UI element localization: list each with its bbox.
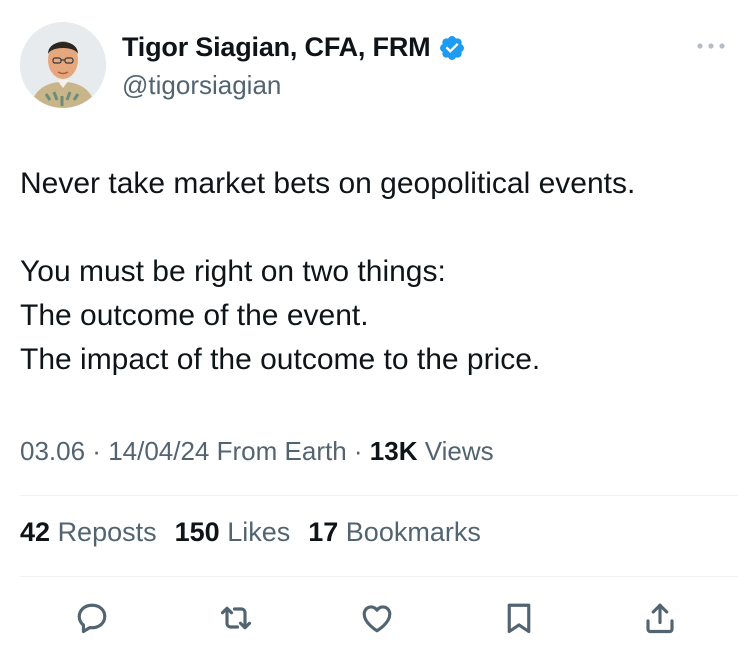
avatar[interactable]: [20, 22, 106, 108]
repost-icon[interactable]: [214, 596, 258, 640]
tweet-meta: 03.06 · 14/04/24 From Earth · 13K Views: [20, 436, 494, 467]
engagement-stats: 42 Reposts 150 Likes 17 Bookmarks: [20, 517, 481, 548]
meta-separator: ·: [346, 436, 370, 466]
share-icon[interactable]: [638, 596, 682, 640]
reposts-count: 42: [20, 517, 51, 547]
meta-separator: ·: [85, 436, 109, 466]
like-icon[interactable]: [355, 596, 399, 640]
tweet-line: Never take market bets on geopolitical e…: [20, 167, 636, 200]
likes-count: 150: [174, 517, 220, 547]
views-count: 13K: [369, 436, 418, 466]
tweet-line: The outcome of the event.: [20, 299, 369, 332]
likes-stat[interactable]: 150 Likes: [175, 517, 291, 548]
views-label: Views: [424, 436, 494, 466]
tweet-date[interactable]: 14/04/24: [108, 436, 209, 466]
reposts-stat[interactable]: 42 Reposts: [20, 517, 157, 548]
tweet-time[interactable]: 03.06: [20, 436, 85, 466]
author-handle[interactable]: @tigorsiagian: [122, 70, 281, 101]
author-name[interactable]: Tigor Siagian, CFA, FRM: [122, 32, 431, 63]
more-icon[interactable]: [694, 36, 728, 56]
divider: [20, 576, 738, 577]
author-name-row: Tigor Siagian, CFA, FRM: [122, 32, 466, 63]
bookmarks-stat[interactable]: 17 Bookmarks: [308, 517, 481, 548]
tweet-text: Never take market bets on geopolitical e…: [20, 162, 728, 382]
tweet-line: You must be right on two things:: [20, 255, 446, 288]
avatar-image: [20, 22, 106, 108]
divider: [20, 495, 738, 496]
action-bar: [0, 596, 748, 646]
bookmark-icon[interactable]: [497, 596, 541, 640]
reply-icon[interactable]: [70, 596, 114, 640]
tweet-source: From Earth: [216, 436, 347, 466]
reposts-label: Reposts: [57, 517, 157, 547]
tweet-line: The impact of the outcome to the price.: [20, 343, 541, 376]
bookmarks-label: Bookmarks: [345, 517, 481, 547]
verified-badge-icon: [438, 34, 466, 62]
likes-label: Likes: [227, 517, 291, 547]
tweet-header: Tigor Siagian, CFA, FRM @tigorsiagian: [20, 22, 728, 112]
bookmarks-count: 17: [308, 517, 339, 547]
